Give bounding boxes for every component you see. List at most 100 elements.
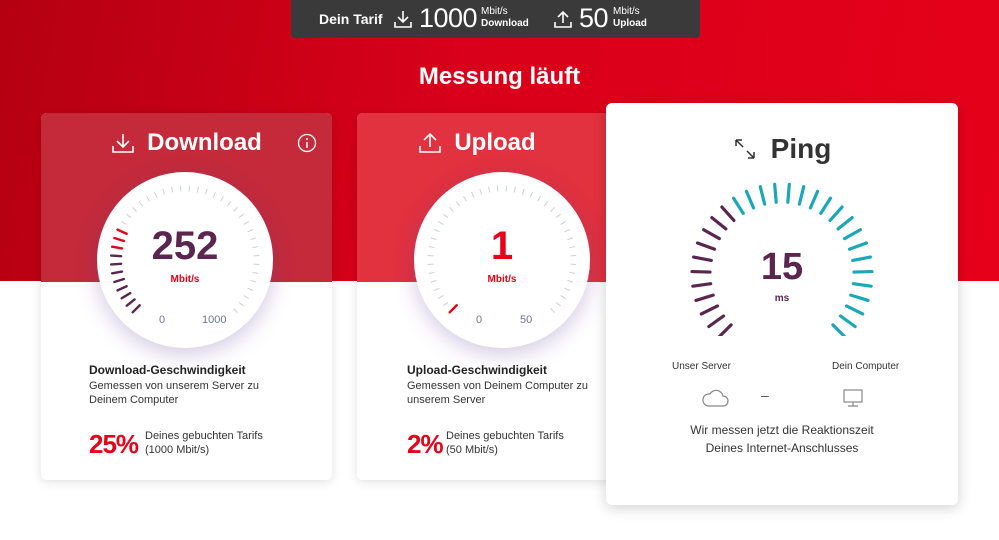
download-heading: Download: [41, 129, 332, 157]
computer-label: Dein Computer: [832, 361, 900, 372]
gauge-tick: [233, 308, 238, 313]
ping-gauge-tick: [797, 185, 806, 206]
upload-percent: 2%: [407, 429, 444, 459]
gauge-tick: [555, 302, 561, 307]
upload-gauge: 1 Mbit/s 0 50: [414, 172, 590, 348]
ping-gauge-tick: [836, 216, 854, 231]
download-value: 252: [151, 224, 219, 268]
upload-icon: [554, 10, 572, 28]
gauge-tick: [544, 201, 549, 207]
gauge-tick: [247, 287, 253, 291]
gauge-tick: [455, 201, 460, 207]
gauge-tick: [132, 207, 137, 212]
ping-value: 15: [760, 246, 804, 288]
gauge-tick: [555, 213, 561, 218]
download-percent: 25%: [89, 429, 139, 459]
gauge-tick: [205, 188, 208, 195]
gauge-tick: [196, 186, 199, 193]
tariff-download-unit: Mbit/s Download: [481, 6, 529, 29]
ping-gauge-tick: [831, 323, 847, 336]
upload-icon: [419, 132, 442, 153]
gauge-tick: [463, 196, 467, 202]
gauge-tick: [238, 213, 244, 218]
ping-gauge-tick: [773, 182, 778, 204]
upload-heading-label: Upload: [454, 129, 536, 156]
gauge-tick: [448, 304, 458, 314]
gauge-tick: [171, 186, 174, 193]
gauge-tick: [479, 188, 482, 195]
download-desc-title: Download-Geschwindigkeit: [89, 363, 246, 377]
gauge-tick: [529, 192, 533, 198]
ping-gauge-tick: [720, 205, 736, 223]
gauge-tick: [220, 196, 224, 202]
info-icon[interactable]: [297, 133, 317, 153]
tariff-label: Dein Tarif: [319, 11, 383, 27]
upload-desc-title: Upload-Geschwindigkeit: [407, 363, 548, 377]
upload-scale-min: 0: [476, 314, 483, 326]
upload-scale-max: 50: [520, 314, 533, 326]
gauge-tick: [212, 192, 216, 198]
gauge-tick: [154, 192, 158, 198]
ping-heading-label: Ping: [770, 133, 832, 164]
gauge-tick: [146, 196, 150, 202]
ping-gauge-tick: [699, 304, 720, 316]
upload-heading: Upload: [357, 129, 607, 157]
download-scale-min: 0: [159, 314, 166, 326]
ping-gauge-tick: [707, 314, 726, 329]
ping-gauge-tick: [786, 182, 791, 204]
ping-gauge-tick: [808, 189, 820, 210]
gauge-tick: [238, 302, 244, 307]
gauge-tick: [449, 207, 454, 212]
gauge-tick: [550, 308, 555, 313]
gauge-tick: [120, 291, 132, 300]
gauge-tick: [550, 207, 555, 212]
tariff-download-value: 1000: [419, 3, 478, 33]
download-heading-label: Download: [147, 129, 262, 156]
download-gauge: 252 Mbit/s 0 1000: [97, 172, 273, 348]
download-icon: [112, 134, 134, 153]
upload-unit: Mbit/s: [487, 274, 517, 285]
upload-card: Upload 1 Mbit/s 0 50 Upload-Geschwindigk…: [357, 113, 617, 480]
ping-gauge-tick: [758, 185, 767, 206]
ping-gauge-tick: [710, 216, 728, 231]
ping-gauge-tick: [819, 196, 833, 215]
ping-heading: Ping: [606, 133, 958, 165]
gauge-tick: [162, 188, 165, 195]
download-scale-max: 1000: [202, 314, 227, 326]
gauge-tick: [560, 295, 566, 299]
gauge-tick: [443, 302, 449, 307]
ping-gauge-tick: [731, 196, 745, 215]
gauge-tick: [522, 188, 525, 195]
gauge-tick: [243, 295, 249, 299]
ping-gauge-tick: [843, 228, 862, 241]
gauge-tick: [125, 298, 136, 307]
download-desc: Gemessen von unserem Server zu Deinem Co…: [89, 380, 259, 406]
gauge-tick: [227, 201, 232, 207]
ping-unit: ms: [774, 293, 790, 304]
tariff-upload-unit: Mbit/s Upload: [613, 6, 647, 29]
gauge-tick: [126, 213, 132, 218]
tariff-bar: Dein Tarif 1000 Mbit/s Download 50 Mbit/…: [291, 0, 700, 38]
gauge-tick: [438, 295, 444, 299]
computer-icon: [843, 389, 863, 407]
gauge-tick: [131, 304, 141, 314]
gauge-tick: [564, 287, 570, 291]
gauge-tick: [116, 285, 128, 292]
gauge-tick: [488, 186, 491, 193]
tariff-upload-value: 50: [579, 3, 609, 33]
connection-dash: –: [761, 387, 769, 403]
download-percent-text: Deines gebuchten Tarifs (1000 Mbit/s): [145, 430, 263, 456]
ping-gauge-tick: [717, 323, 733, 336]
gauge-tick: [434, 287, 440, 291]
download-unit: Mbit/s: [170, 274, 200, 285]
page-title: Messung läuft: [418, 63, 581, 90]
server-label: Unser Server: [672, 361, 731, 372]
upload-value: 1: [490, 224, 514, 268]
download-icon: [394, 11, 412, 28]
ping-gauge-tick: [828, 205, 844, 223]
gauge-tick: [513, 186, 516, 193]
cloud-icon: [702, 389, 729, 407]
upload-desc: Gemessen von Deinem Computer zu unserem …: [407, 380, 588, 406]
gauge-tick: [471, 192, 475, 198]
ping-gauge-tick: [744, 189, 756, 210]
